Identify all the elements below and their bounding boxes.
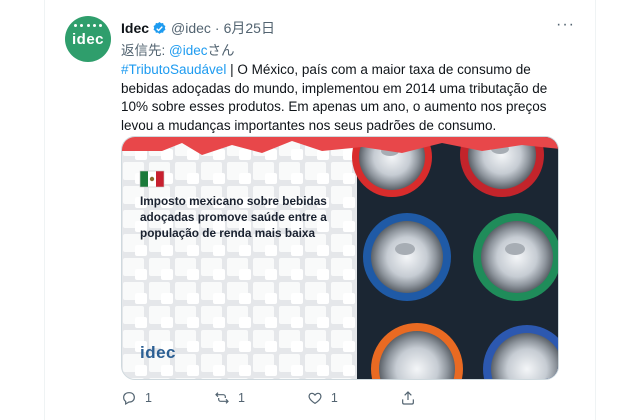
like-button[interactable]: 1 xyxy=(307,390,338,406)
tweet-header: Idec @idec · 6月25日 ··· xyxy=(121,16,575,38)
reply-icon xyxy=(123,392,135,406)
mexico-flag-icon xyxy=(139,170,165,188)
reply-suffix: さん xyxy=(207,43,235,58)
image-headline: Imposto mexicano sobre bebidas adoçadas … xyxy=(140,194,327,240)
retweet-icon xyxy=(215,392,229,404)
like-count: 1 xyxy=(330,391,338,405)
author-handle[interactable]: @idec xyxy=(171,20,211,36)
tweet-date[interactable]: 6月25日 xyxy=(224,18,275,38)
retweet-button[interactable]: 1 xyxy=(214,390,245,406)
share-button[interactable] xyxy=(400,390,424,406)
retweet-count: 1 xyxy=(237,391,245,405)
avatar-dots xyxy=(74,24,102,28)
share-icon xyxy=(401,391,414,405)
reply-prefix: 返信先: xyxy=(121,43,170,58)
image-illustration xyxy=(122,137,558,379)
verified-badge-icon xyxy=(153,21,166,34)
reply-handle-link[interactable]: @idec xyxy=(169,43,207,58)
reply-button[interactable]: 1 xyxy=(121,390,152,406)
heart-icon xyxy=(308,392,322,405)
tweet-actions: 1 1 1 xyxy=(121,388,541,408)
author-name[interactable]: Idec xyxy=(121,20,149,36)
tweet-text: #TributoSaudável | O México, país com a … xyxy=(121,61,551,135)
avatar[interactable]: idec xyxy=(65,16,111,62)
reply-context: 返信先: @idecさん xyxy=(121,39,235,59)
image-logo: idec xyxy=(140,343,177,362)
header-separator: · xyxy=(214,20,220,36)
reply-count: 1 xyxy=(145,391,152,405)
more-options-icon[interactable]: ··· xyxy=(556,16,575,34)
tweet-image[interactable]: Imposto mexicano sobre bebidas adoçadas … xyxy=(121,136,559,380)
hashtag-link[interactable]: #TributoSaudável xyxy=(121,62,226,77)
avatar-text: idec xyxy=(71,30,104,48)
tweet-card[interactable]: idec Idec @idec · 6月25日 ··· 返信先: @idecさん… xyxy=(44,0,596,420)
